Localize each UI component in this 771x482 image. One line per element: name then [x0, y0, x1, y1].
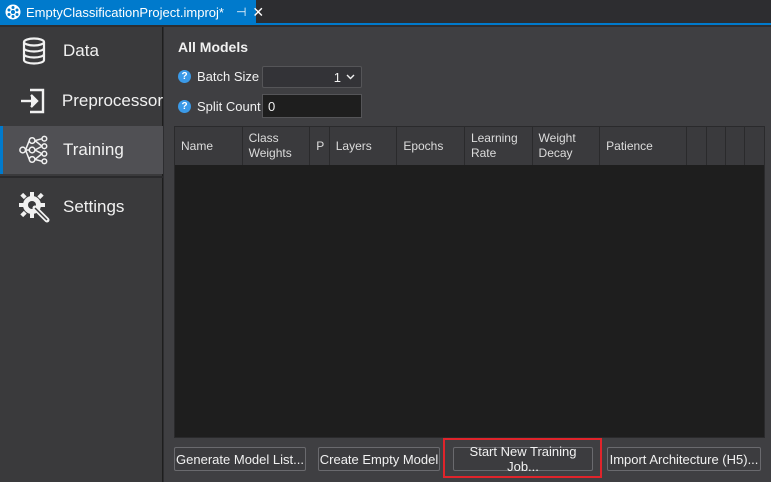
app-logo-icon	[5, 3, 21, 21]
column-header-name[interactable]: Name	[175, 127, 243, 165]
gear-wrench-icon	[18, 191, 50, 223]
sidebar-item-label: Preprocessor	[61, 91, 163, 110]
column-header-layers[interactable]: Layers	[330, 127, 398, 165]
generate-model-list-button[interactable]: Generate Model List...	[174, 447, 306, 471]
sidebar-item-data[interactable]: Data	[0, 27, 163, 75]
sidebar-item-training[interactable]: Training	[0, 126, 163, 174]
split-count-input[interactable]	[262, 94, 362, 118]
column-header-extra[interactable]	[726, 127, 745, 165]
database-icon	[18, 35, 50, 67]
batch-size-label: Batch Size	[197, 69, 260, 84]
column-header-extra[interactable]	[687, 127, 707, 165]
document-tab-strip: EmptyClassificationProject.improj* ⊣ ✕	[0, 0, 771, 25]
sidebar-item-preprocessor[interactable]: Preprocessor	[0, 77, 163, 125]
column-header-extra[interactable]	[745, 127, 764, 165]
document-tab-title: EmptyClassificationProject.improj*	[26, 4, 224, 20]
column-header-p[interactable]: P	[310, 127, 330, 165]
column-header-epochs[interactable]: Epochs	[397, 127, 465, 165]
sidebar: Data Preprocessor Training Settings	[0, 27, 163, 482]
sidebar-divider	[0, 176, 163, 178]
column-header-extra[interactable]	[707, 127, 726, 165]
split-count-label: Split Count	[197, 99, 261, 114]
grid-header: Name Class Weights P Layers Epochs Learni…	[175, 127, 764, 165]
highlight-box	[443, 438, 602, 478]
column-header-patience[interactable]: Patience	[600, 127, 687, 165]
split-count-row: ? Split Count	[178, 99, 269, 114]
models-grid[interactable]: Name Class Weights P Layers Epochs Learni…	[174, 126, 765, 438]
help-icon[interactable]: ?	[178, 70, 191, 83]
import-architecture-button[interactable]: Import Architecture (H5)...	[607, 447, 761, 471]
help-icon[interactable]: ?	[178, 100, 191, 113]
sidebar-item-label: Training	[63, 140, 124, 159]
sidebar-item-label: Data	[63, 41, 99, 60]
document-tab[interactable]: EmptyClassificationProject.improj* ⊣ ✕	[0, 0, 264, 24]
main-panel: All Models ? Batch Size 1 ? Split Count …	[164, 27, 771, 482]
batch-size-select[interactable]: 1	[262, 66, 362, 88]
chevron-down-icon	[346, 72, 355, 83]
pin-icon[interactable]: ⊣	[236, 5, 246, 19]
neural-network-icon	[18, 134, 50, 166]
sidebar-item-settings[interactable]: Settings	[0, 183, 163, 231]
close-icon[interactable]: ✕	[252, 4, 264, 21]
sign-in-icon	[18, 85, 49, 117]
create-empty-model-button[interactable]: Create Empty Model	[318, 447, 440, 471]
column-header-learning-rate[interactable]: Learning Rate	[465, 127, 533, 165]
column-header-weight-decay[interactable]: Weight Decay	[533, 127, 601, 165]
batch-size-row: ? Batch Size	[178, 69, 269, 84]
page-title: All Models	[178, 39, 249, 55]
sidebar-item-label: Settings	[63, 197, 125, 216]
column-header-class-weights[interactable]: Class Weights	[243, 127, 311, 165]
batch-size-value: 1	[333, 69, 341, 85]
